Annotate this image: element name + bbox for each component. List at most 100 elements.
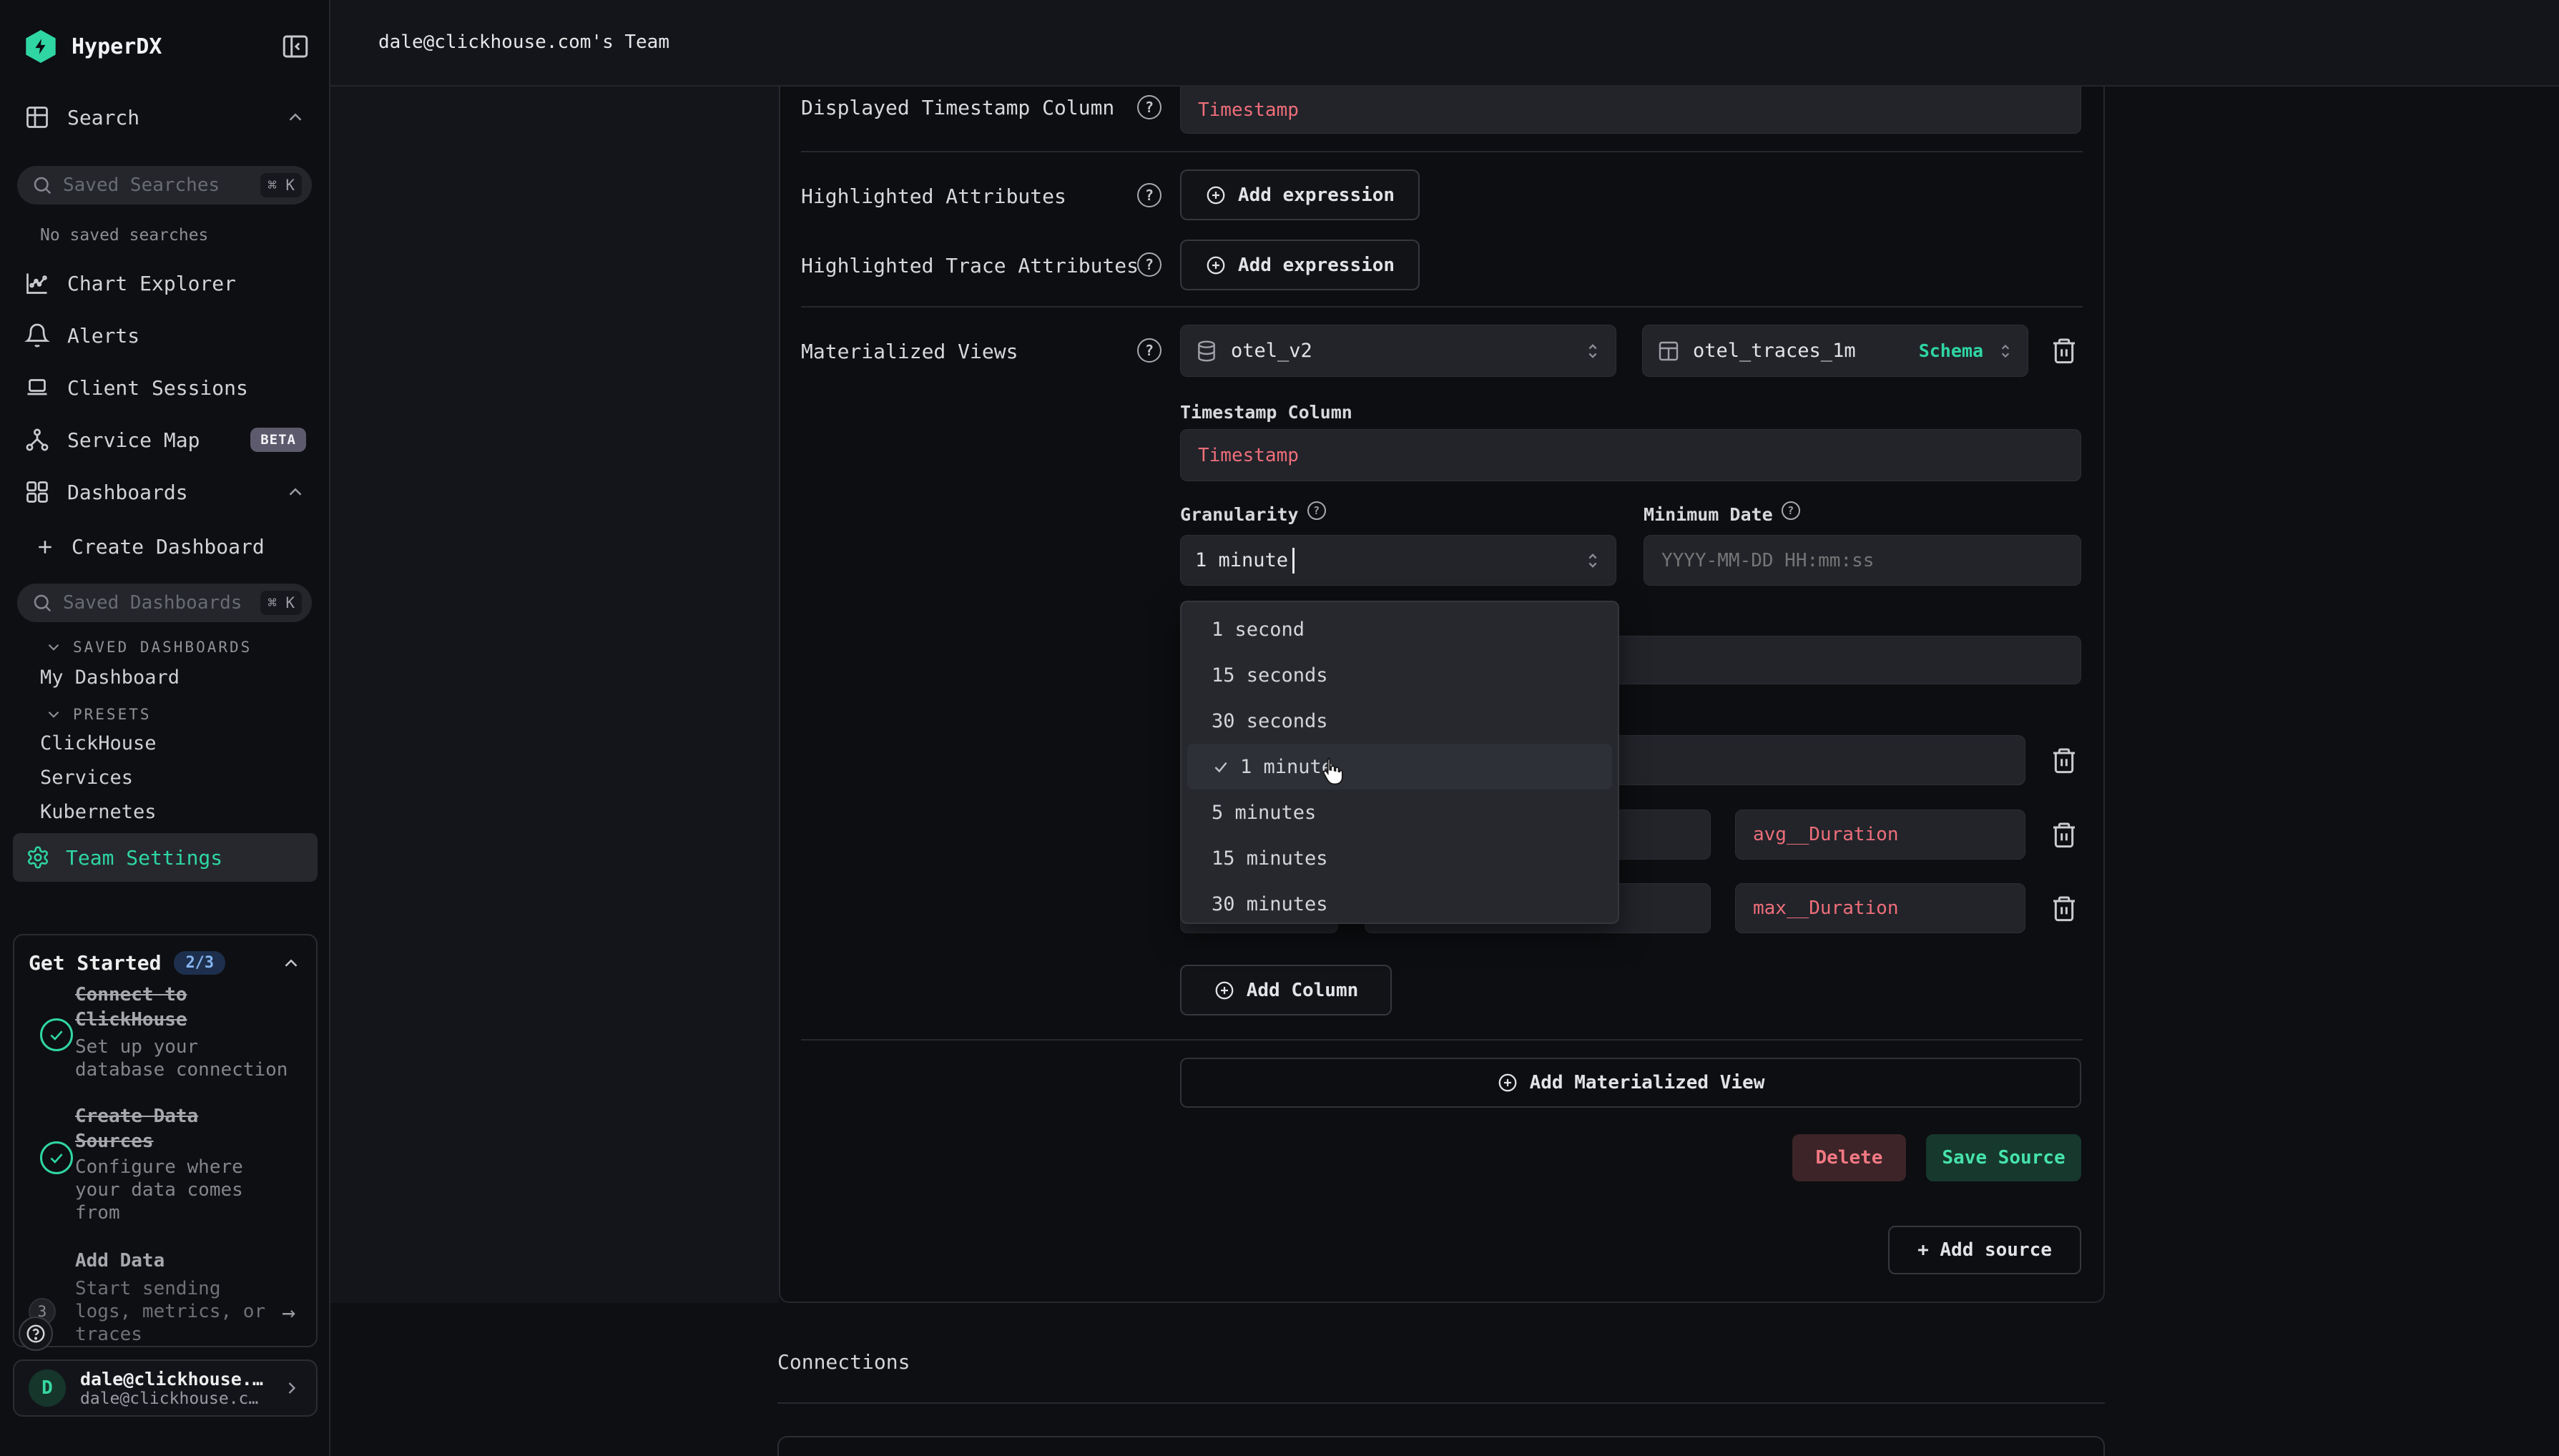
sidebar-item-client-sessions[interactable]: Client Sessions — [24, 375, 306, 400]
chevron-down-icon — [44, 705, 63, 724]
user-name: dale@clickhouse.… — [80, 1369, 267, 1389]
gear-icon — [26, 845, 50, 870]
schema-badge[interactable]: Schema — [1919, 340, 1983, 361]
check-circle-icon — [40, 1141, 73, 1174]
help-icon[interactable]: ? — [1137, 183, 1161, 207]
delete-column-button[interactable] — [2050, 746, 2078, 774]
get-started-title: Get Started — [29, 951, 161, 975]
user-email: dale@clickhouse.c… — [80, 1389, 267, 1408]
timestamp-column-input[interactable]: Timestamp — [1180, 429, 2081, 481]
get-started-item-3-title[interactable]: Add Data — [75, 1249, 232, 1274]
delete-column-button[interactable] — [2050, 820, 2078, 849]
user-menu[interactable]: D dale@clickhouse.… dale@clickhouse.c… — [13, 1359, 318, 1417]
saved-dashboards-input[interactable]: Saved Dashboards ⌘ K — [17, 584, 312, 622]
displayed-timestamp-input[interactable]: Timestamp — [1180, 87, 2081, 134]
add-column-button[interactable]: Add Column — [1180, 965, 1392, 1015]
table-select[interactable]: otel_traces_1m Schema — [1642, 325, 2028, 377]
presets-section[interactable]: PRESETS — [44, 705, 152, 724]
table-icon — [1657, 340, 1680, 363]
granularity-dropdown: 1 second 15 seconds 30 seconds 1 minute … — [1180, 601, 1619, 924]
chart-explorer-icon — [24, 270, 50, 296]
sidebar-item-service-map[interactable]: Service Map BETA — [24, 427, 306, 453]
bell-icon — [24, 323, 50, 348]
sidebar-collapse-button[interactable] — [280, 31, 310, 62]
service-map-icon — [24, 427, 50, 453]
granularity-select[interactable]: 1 minute — [1180, 535, 1616, 586]
dropdown-option-selected[interactable]: 1 minute — [1187, 744, 1612, 790]
add-expression-button[interactable]: Add expression — [1180, 240, 1420, 290]
help-icon[interactable]: ? — [1137, 252, 1161, 277]
column-alias-input[interactable]: max__Duration — [1735, 883, 2025, 933]
sidebar-item-dashboards[interactable]: Dashboards — [24, 479, 306, 505]
main-area: dale@clickhouse.com's Team Displayed Tim… — [330, 0, 2559, 1456]
delete-source-button[interactable]: Delete — [1792, 1134, 1906, 1181]
plus-circle-icon — [1214, 980, 1235, 1001]
plus-circle-icon — [1205, 255, 1227, 276]
get-started-panel: Get Started 2/3 Connect to ClickHouse Se… — [13, 934, 318, 1347]
divider — [777, 1402, 2105, 1404]
help-fab[interactable] — [19, 1317, 53, 1351]
delete-column-button[interactable] — [2050, 894, 2078, 923]
sidebar-item-services[interactable]: Services — [40, 767, 133, 789]
trash-icon — [2050, 894, 2078, 923]
dashboards-icon — [24, 479, 50, 505]
add-source-button[interactable]: + Add source — [1888, 1226, 2081, 1274]
granularity-value: 1 minute — [1195, 549, 1288, 571]
content-left-margin — [330, 87, 779, 1303]
saved-dashboards-section[interactable]: SAVED DASHBOARDS — [44, 638, 252, 656]
add-expression-button[interactable]: Add expression — [1180, 169, 1420, 220]
info-icon[interactable]: ? — [1307, 501, 1326, 520]
get-started-item-1-title[interactable]: Connect to ClickHouse — [75, 983, 218, 1033]
dropdown-option[interactable]: 30 seconds — [1182, 698, 1618, 744]
help-icon — [25, 1323, 46, 1344]
info-icon[interactable]: ? — [1782, 501, 1800, 520]
mouse-cursor — [1316, 755, 1349, 788]
get-started-item-2-title[interactable]: Create Data Sources — [75, 1104, 218, 1154]
saved-dashboards-placeholder: Saved Dashboards — [63, 592, 260, 614]
sidebar-item-my-dashboard[interactable]: My Dashboard — [40, 666, 180, 689]
dropdown-option[interactable]: 15 seconds — [1182, 652, 1618, 698]
sidebar: HyperDX Search Saved Searches ⌘ K No sav… — [0, 0, 330, 1456]
dropdown-option[interactable]: 1 second — [1182, 606, 1618, 652]
delete-view-button[interactable] — [2050, 336, 2078, 365]
minimum-date-label: Minimum Date — [1644, 504, 1773, 525]
get-started-header[interactable]: Get Started 2/3 — [29, 951, 302, 975]
dropdown-option[interactable]: 5 minutes — [1182, 790, 1618, 835]
app-title: HyperDX — [72, 34, 162, 59]
sidebar-item-team-settings[interactable]: Team Settings — [13, 833, 318, 882]
help-icon[interactable]: ? — [1137, 95, 1161, 119]
section-label: PRESETS — [73, 706, 152, 723]
sidebar-item-kubernetes[interactable]: Kubernetes — [40, 801, 157, 823]
page-header: dale@clickhouse.com's Team — [330, 0, 2559, 87]
sidebar-item-clickhouse[interactable]: ClickHouse — [40, 732, 157, 754]
sidebar-item-alerts[interactable]: Alerts — [24, 323, 306, 348]
minimum-date-label-row: Minimum Date ? — [1644, 504, 1800, 525]
highlighted-trace-label: Highlighted Trace Attributes — [801, 254, 1139, 277]
get-started-item-3-desc: Start sending logs, metrics, or traces — [75, 1277, 280, 1346]
chevrons-updown-icon — [1583, 551, 1603, 571]
view-select[interactable]: otel_v2 — [1180, 325, 1616, 377]
chevrons-updown-icon — [1996, 342, 2015, 360]
chevron-up-icon — [285, 107, 306, 128]
check-circle-icon — [40, 1018, 73, 1051]
save-source-button[interactable]: Save Source — [1926, 1134, 2081, 1181]
connections-panel — [777, 1436, 2105, 1456]
sidebar-item-label: Service Map — [67, 428, 233, 452]
column-alias-input[interactable]: avg__Duration — [1735, 810, 2025, 860]
help-icon[interactable]: ? — [1137, 338, 1161, 363]
create-dashboard-button[interactable]: Create Dashboard — [34, 535, 265, 559]
sidebar-item-chart-explorer[interactable]: Chart Explorer — [24, 270, 306, 296]
divider — [801, 1039, 2083, 1041]
add-materialized-view-button[interactable]: Add Materialized View — [1180, 1058, 2081, 1108]
page-title: dale@clickhouse.com's Team — [378, 31, 669, 53]
saved-searches-input[interactable]: Saved Searches ⌘ K — [17, 166, 312, 205]
logo: HyperDX — [24, 30, 162, 63]
no-saved-searches-text: No saved searches — [40, 226, 208, 245]
sidebar-item-search[interactable]: Search — [24, 104, 306, 130]
minimum-date-input[interactable] — [1644, 535, 2081, 586]
dropdown-option[interactable]: 15 minutes — [1182, 835, 1618, 881]
progress-badge: 2/3 — [174, 951, 225, 975]
granularity-label-row: Granularity ? — [1180, 504, 1326, 525]
dropdown-option[interactable]: 30 minutes — [1182, 881, 1618, 927]
shortcut-badge: ⌘ K — [260, 591, 302, 615]
